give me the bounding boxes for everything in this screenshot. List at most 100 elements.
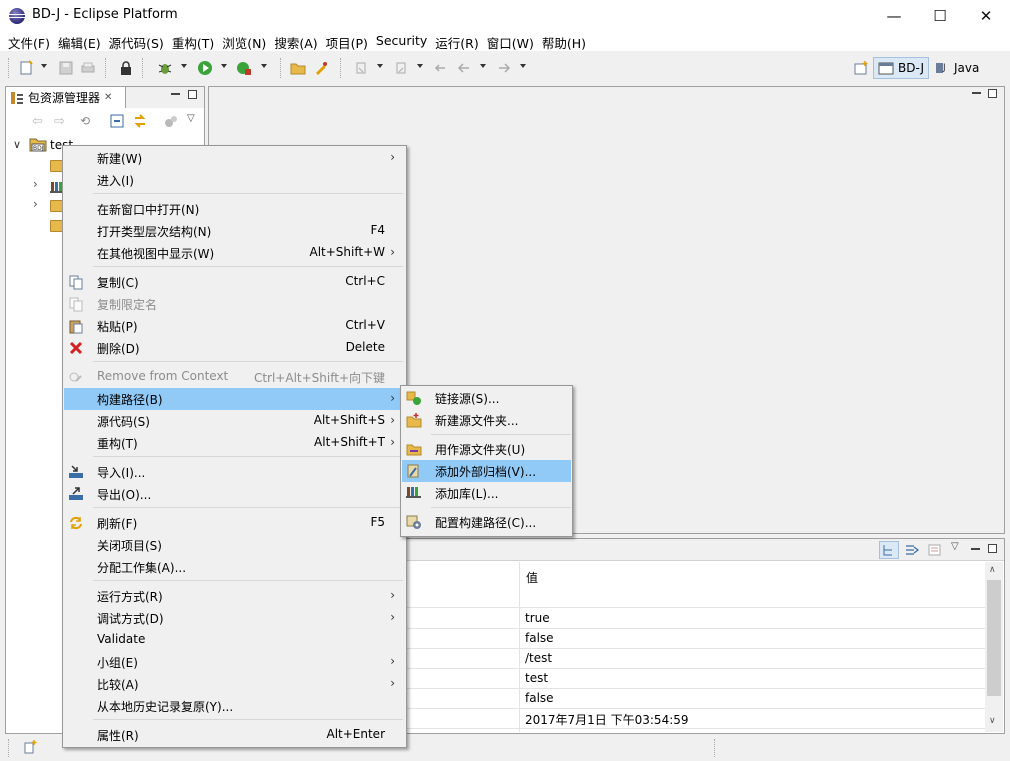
menu-file[interactable]: 文件(F) <box>4 31 54 51</box>
ctx-open-type-hierarchy[interactable]: 打开类型层次结构(N) F4 <box>64 220 405 242</box>
save-icon[interactable] <box>58 60 74 76</box>
minimize-editor-icon[interactable] <box>972 92 981 94</box>
ctx-close-project[interactable]: 关闭项目(S) <box>64 534 405 556</box>
show-advanced-icon[interactable] <box>904 542 920 561</box>
menu-window[interactable]: 窗口(W) <box>483 31 538 51</box>
lock-icon[interactable] <box>118 60 134 76</box>
view-menu-icon[interactable]: ▽ <box>187 113 195 124</box>
menu-navigate[interactable]: 浏览(N) <box>218 31 270 51</box>
close-tab-icon[interactable]: ✕ <box>104 92 112 103</box>
ctx-debug-as[interactable]: 调试方式(D) › <box>64 607 405 629</box>
package-explorer-tab[interactable]: 包资源管理器 ✕ <box>6 87 126 108</box>
annotation-next-dropdown-arrow-icon[interactable] <box>377 64 383 68</box>
ctx-run-as[interactable]: 运行方式(R) › <box>64 585 405 607</box>
forward-dropdown-arrow-icon[interactable] <box>520 64 526 68</box>
perspective-java[interactable]: J Java <box>934 57 979 79</box>
ctx-copy[interactable]: 复制(C) Ctrl+C <box>64 271 405 293</box>
ctx-delete[interactable]: 删除(D) Delete <box>64 337 405 359</box>
sub-configure-build-path[interactable]: 配置构建路径(C)... <box>402 511 571 533</box>
open-perspective-icon[interactable] <box>853 60 869 76</box>
property-value[interactable]: 2017年7月1日 下午03:54:59 <box>525 711 689 728</box>
property-value[interactable]: true <box>525 611 550 625</box>
ctx-restore-local-history[interactable]: 从本地历史记录复原(Y)... <box>64 695 405 717</box>
perspective-bd-j[interactable]: BD-J <box>873 57 929 79</box>
ctx-new[interactable]: 新建(W) › <box>64 147 405 169</box>
sub-use-as-source-folder[interactable]: 用作源文件夹(U) <box>402 438 571 460</box>
property-value[interactable]: false <box>525 691 554 705</box>
ctx-go-into[interactable]: 进入(I) <box>64 169 405 191</box>
forward-icon[interactable] <box>496 60 512 76</box>
menu-security[interactable]: Security <box>372 31 431 51</box>
run-dropdown-arrow-icon[interactable] <box>221 64 227 68</box>
forward-nav-icon[interactable]: ⇨ <box>54 114 65 129</box>
open-task-icon[interactable] <box>313 60 329 76</box>
menu-edit[interactable]: 编辑(E) <box>54 31 105 51</box>
menu-help[interactable]: 帮助(H) <box>538 31 590 51</box>
maximize-view-icon[interactable] <box>188 90 197 99</box>
expanded-chevron-icon[interactable]: ∨ <box>13 138 21 151</box>
ctx-compare[interactable]: 比较(A) › <box>64 673 405 695</box>
collapsed-chevron-icon[interactable]: › <box>33 197 38 211</box>
ctx-export[interactable]: 导出(O)... <box>64 483 405 505</box>
property-value[interactable]: /test <box>525 651 552 665</box>
sub-add-libraries[interactable]: 添加库(L)... <box>402 482 571 504</box>
view-menu-icon[interactable]: ▽ <box>951 541 959 552</box>
print-icon[interactable] <box>80 60 96 76</box>
menu-run[interactable]: 运行(R) <box>431 31 482 51</box>
ctx-refactor[interactable]: 重构(T) Alt+Shift+T › <box>64 432 405 454</box>
ctx-paste[interactable]: 粘贴(P) Ctrl+V <box>64 315 405 337</box>
scroll-down-icon[interactable]: ∨ <box>989 716 996 726</box>
minimize-button[interactable]: — <box>871 0 917 31</box>
ctx-import[interactable]: 导入(I)... <box>64 461 405 483</box>
fast-view-icon[interactable] <box>22 739 38 758</box>
ctx-refresh[interactable]: 刷新(F) F5 <box>64 512 405 534</box>
ctx-show-in[interactable]: 在其他视图中显示(W) Alt+Shift+W › <box>64 242 405 264</box>
close-button[interactable]: ✕ <box>963 0 1009 31</box>
back-icon[interactable] <box>456 60 472 76</box>
ctx-properties[interactable]: 属性(R) Alt+Enter <box>64 724 405 746</box>
up-nav-icon[interactable]: ⟲ <box>80 114 90 128</box>
sub-new-source-folder[interactable]: 新建源文件夹... <box>402 409 571 431</box>
new-icon[interactable] <box>18 60 34 76</box>
last-edit-icon[interactable] <box>432 60 448 76</box>
link-with-editor-icon[interactable] <box>132 113 148 132</box>
menu-search[interactable]: 搜索(A) <box>270 31 321 51</box>
scroll-up-icon[interactable]: ∧ <box>989 565 996 575</box>
focus-task-icon[interactable] <box>164 114 178 131</box>
restore-default-icon[interactable] <box>927 542 943 561</box>
ctx-build-path[interactable]: 构建路径(B) › <box>64 388 405 410</box>
ctx-source[interactable]: 源代码(S) Alt+Shift+S › <box>64 410 405 432</box>
external-tools-icon[interactable] <box>236 60 252 76</box>
menu-project[interactable]: 项目(P) <box>322 31 372 51</box>
maximize-button[interactable]: ☐ <box>917 0 963 31</box>
collapsed-chevron-icon[interactable]: › <box>33 177 38 191</box>
back-dropdown-arrow-icon[interactable] <box>480 64 486 68</box>
run-icon[interactable] <box>197 60 213 76</box>
ctx-open-new-window[interactable]: 在新窗口中打开(N) <box>64 198 405 220</box>
collapse-all-icon[interactable] <box>110 114 124 131</box>
ctx-team[interactable]: 小组(E) › <box>64 651 405 673</box>
minimize-view-icon[interactable] <box>171 93 180 95</box>
minimize-properties-icon[interactable] <box>971 548 980 550</box>
annotation-prev-dropdown-arrow-icon[interactable] <box>417 64 423 68</box>
debug-dropdown-arrow-icon[interactable] <box>181 64 187 68</box>
annotation-next-icon[interactable] <box>353 60 369 76</box>
ctx-assign-working-sets[interactable]: 分配工作集(A)... <box>64 556 405 578</box>
debug-icon[interactable] <box>157 60 173 76</box>
new-dropdown-arrow-icon[interactable] <box>41 64 47 68</box>
sub-link-source[interactable]: 链接源(S)... <box>402 387 571 409</box>
menu-refactor[interactable]: 重构(T) <box>168 31 218 51</box>
annotation-prev-icon[interactable] <box>393 60 409 76</box>
menu-source[interactable]: 源代码(S) <box>105 31 168 51</box>
external-tools-dropdown-arrow-icon[interactable] <box>261 64 267 68</box>
show-categories-icon[interactable] <box>879 541 899 559</box>
property-value[interactable]: false <box>525 631 554 645</box>
scrollbar-thumb[interactable] <box>987 580 1001 696</box>
sub-add-external-archives[interactable]: 添加外部归档(V)... <box>402 460 571 482</box>
open-folder-icon[interactable] <box>290 60 306 76</box>
ctx-validate[interactable]: Validate <box>64 629 405 651</box>
maximize-properties-icon[interactable] <box>988 544 997 553</box>
property-value[interactable]: test <box>525 671 548 685</box>
maximize-editor-icon[interactable] <box>988 89 997 98</box>
back-nav-icon[interactable]: ⇦ <box>32 114 43 129</box>
